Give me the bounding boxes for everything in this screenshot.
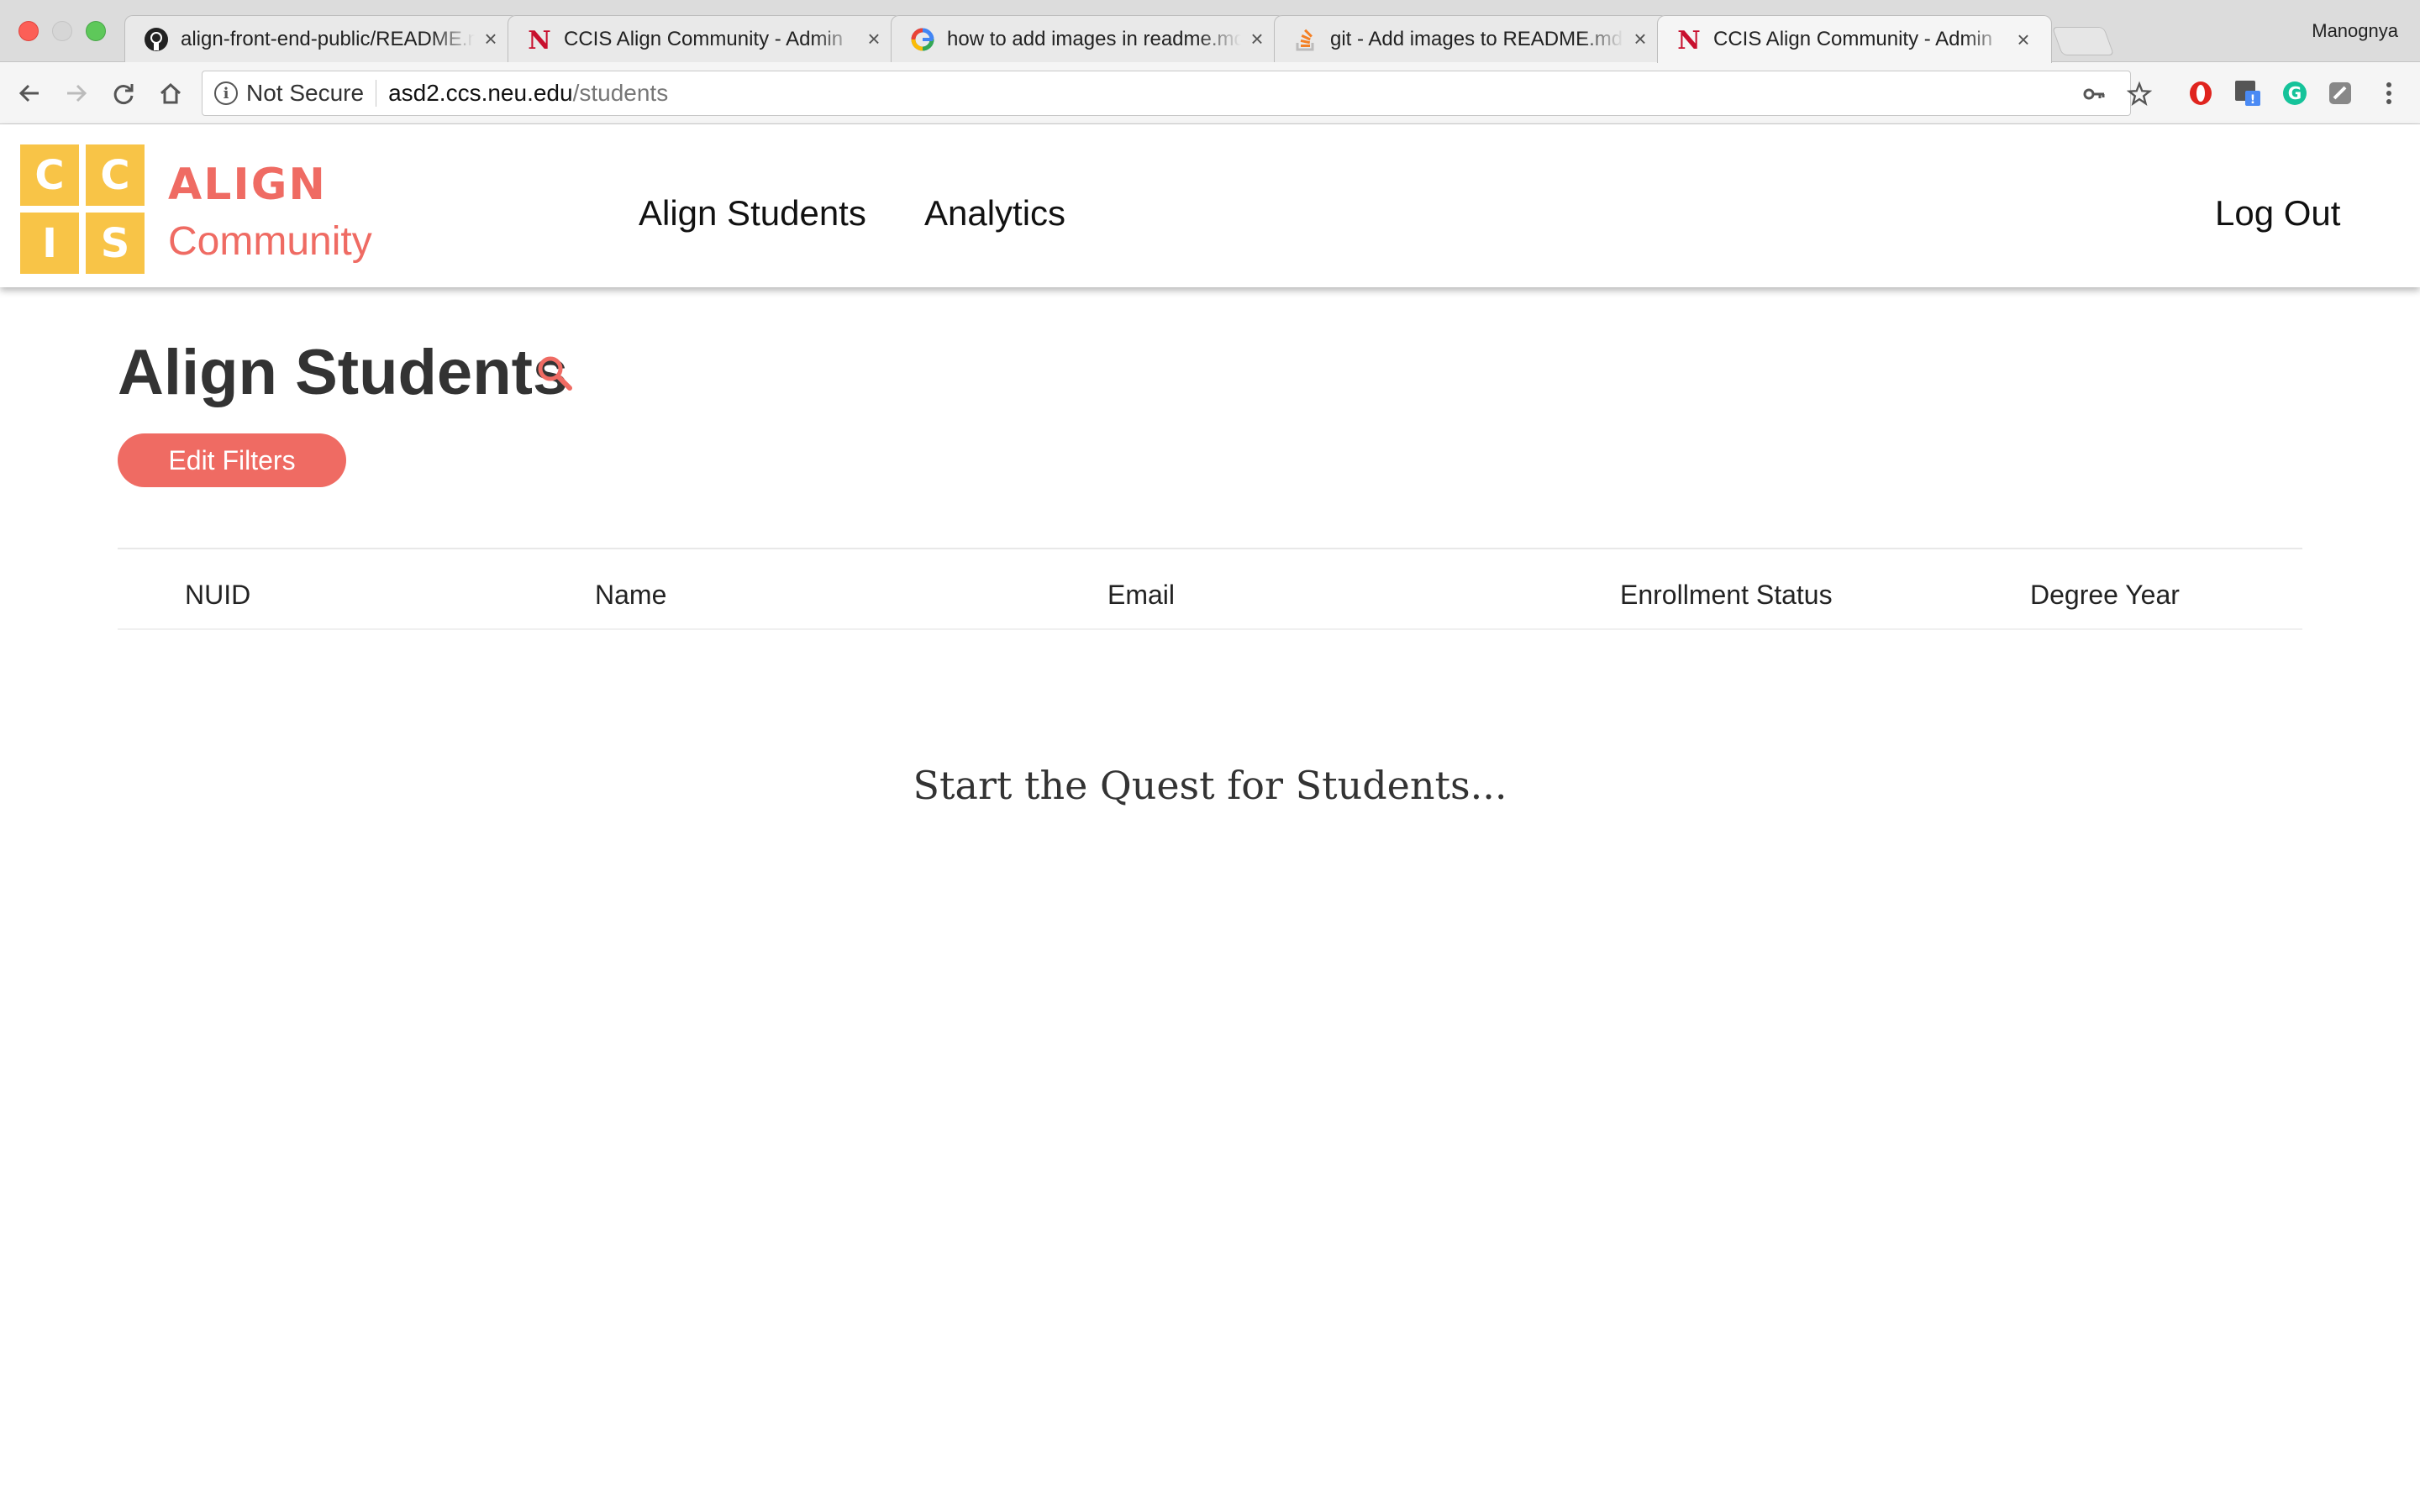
logout-link[interactable]: Log Out bbox=[2215, 193, 2340, 234]
column-header-name[interactable]: Name bbox=[595, 580, 666, 611]
tab-title: CCIS Align Community - Admin bbox=[1713, 28, 1993, 50]
home-icon[interactable] bbox=[155, 77, 187, 109]
students-table-header: NUID Name Email Enrollment Status Degree… bbox=[118, 580, 2302, 630]
page-title: Align Students bbox=[118, 337, 569, 408]
tab-close-icon[interactable]: × bbox=[2012, 27, 2034, 53]
back-arrow-icon[interactable] bbox=[13, 77, 45, 109]
window-close-button[interactable] bbox=[18, 21, 39, 41]
window-minimize-button[interactable] bbox=[52, 21, 72, 41]
tab-close-icon[interactable]: × bbox=[480, 26, 502, 52]
logo-letter: C bbox=[86, 144, 145, 206]
google-g-icon bbox=[910, 27, 935, 52]
northeastern-n-icon: N bbox=[527, 27, 552, 52]
browser-tab[interactable]: git - Add images to README.md × bbox=[1274, 15, 1669, 62]
svg-text:!: ! bbox=[2250, 93, 2255, 107]
brand-subtitle: Community bbox=[168, 219, 372, 264]
tab-close-icon[interactable]: × bbox=[863, 26, 885, 52]
tab-close-icon[interactable]: × bbox=[1246, 26, 1268, 52]
shield-extension-icon[interactable] bbox=[2326, 79, 2354, 108]
browser-toolbar: i Not Secure asd2.ccs.neu.edu/students bbox=[0, 62, 2420, 124]
northeastern-n-icon: N bbox=[1676, 27, 1702, 52]
stackoverflow-icon bbox=[1293, 27, 1318, 52]
address-bar[interactable]: i Not Secure asd2.ccs.neu.edu/students bbox=[202, 71, 2152, 116]
browser-tab-active[interactable]: N CCIS Align Community - Admin × bbox=[1657, 15, 2052, 63]
edit-filters-button[interactable]: Edit Filters bbox=[118, 433, 346, 487]
opera-extension-icon[interactable] bbox=[2186, 79, 2215, 108]
logo-letter: I bbox=[20, 213, 79, 274]
translate-extension-icon[interactable]: ! bbox=[2233, 79, 2262, 108]
nav-analytics[interactable]: Analytics bbox=[924, 193, 1065, 234]
info-icon[interactable]: i bbox=[214, 81, 238, 105]
browser-tab-strip: align-front-end-public/README.md × N CCI… bbox=[0, 0, 2420, 63]
table-divider bbox=[118, 548, 2302, 549]
menu-dots-icon[interactable] bbox=[2375, 79, 2403, 108]
svg-text:N: N bbox=[528, 27, 550, 52]
table-divider bbox=[118, 628, 2302, 630]
tab-title: align-front-end-public/README.md bbox=[181, 27, 475, 50]
reload-icon[interactable] bbox=[108, 77, 139, 109]
grammarly-extension-icon[interactable]: G bbox=[2281, 79, 2309, 108]
logo-letter: S bbox=[86, 213, 145, 274]
column-header-email[interactable]: Email bbox=[1107, 580, 1175, 611]
svg-text:G: G bbox=[2288, 83, 2302, 103]
tab-title: CCIS Align Community - Admin bbox=[564, 27, 844, 50]
key-icon[interactable] bbox=[2081, 81, 2107, 107]
empty-state-message: Start the Quest for Students... bbox=[913, 763, 1507, 808]
tab-title: how to add images in readme.md bbox=[947, 27, 1241, 50]
new-tab-button[interactable] bbox=[2051, 27, 2115, 55]
tab-title: git - Add images to README.md bbox=[1330, 27, 1623, 50]
browser-tab[interactable]: how to add images in readme.md × bbox=[891, 15, 1286, 62]
browser-tab[interactable]: N CCIS Align Community - Admin × bbox=[508, 15, 902, 62]
security-label: Not Secure bbox=[246, 80, 365, 106]
site-header: C C I S ALIGN Community Align Students A… bbox=[0, 124, 2420, 287]
star-icon[interactable] bbox=[2127, 81, 2152, 107]
brand-title: ALIGN bbox=[168, 160, 327, 210]
column-header-nuid[interactable]: NUID bbox=[185, 580, 250, 611]
ccis-logo[interactable]: C C I S bbox=[20, 144, 145, 274]
tab-close-icon[interactable]: × bbox=[1629, 26, 1651, 52]
profile-name[interactable]: Manognya bbox=[2312, 20, 2398, 42]
column-header-enrollment-status[interactable]: Enrollment Status bbox=[1620, 580, 1833, 611]
window-zoom-button[interactable] bbox=[86, 21, 106, 41]
forward-arrow-icon[interactable] bbox=[60, 77, 92, 109]
svg-text:N: N bbox=[1677, 27, 1700, 52]
url-host: asd2.ccs.neu.edu bbox=[388, 80, 573, 106]
url-path: /students bbox=[572, 80, 669, 106]
browser-tab[interactable]: align-front-end-public/README.md × bbox=[124, 15, 519, 62]
nav-align-students[interactable]: Align Students bbox=[639, 193, 866, 234]
logo-letter: C bbox=[20, 144, 79, 206]
github-icon bbox=[144, 27, 169, 52]
column-header-degree-year[interactable]: Degree Year bbox=[2030, 580, 2180, 611]
search-icon[interactable] bbox=[534, 353, 575, 393]
